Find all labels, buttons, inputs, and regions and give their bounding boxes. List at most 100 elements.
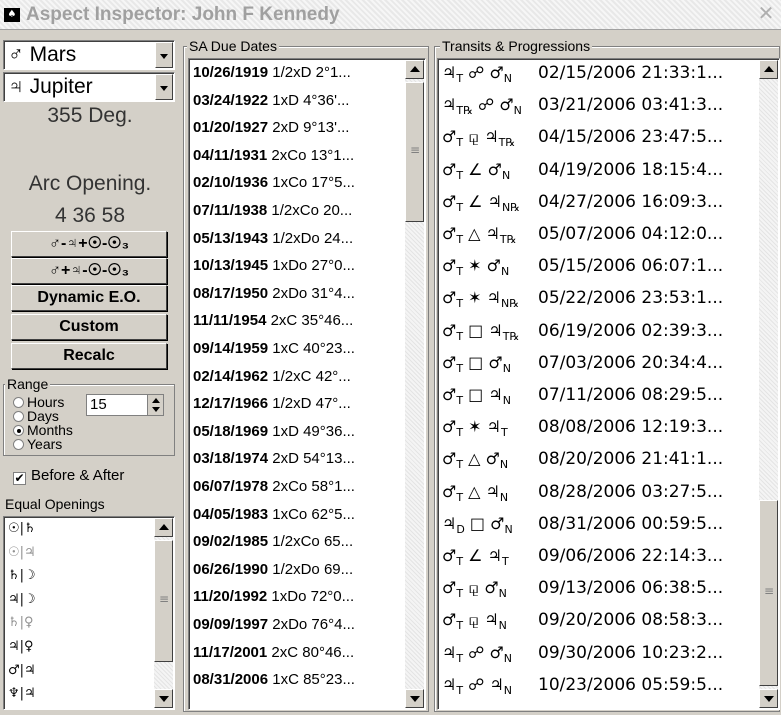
range-value-stepper[interactable]: 15 xyxy=(86,394,164,416)
planet2-select[interactable]: ♃ Jupiter xyxy=(3,72,175,102)
equal-opening-item[interactable]: ♃|☽ xyxy=(8,589,148,610)
before-after-checkbox[interactable]: ✔ Before & After xyxy=(13,467,124,485)
transit-datetime: 02/15/2006 21:33:1... xyxy=(538,63,724,83)
sa-row[interactable]: 04/11/1931 2xCo 13°1... xyxy=(193,144,403,167)
transit-row[interactable]: ♂T ✶ ♂N 05/15/2006 06:07:1... xyxy=(442,253,760,280)
sa-row[interactable]: 06/07/1978 2xCo 58°1... xyxy=(193,475,403,498)
radio-days[interactable]: Days xyxy=(13,409,59,423)
sa-row[interactable]: 11/11/1954 2xC 35°46... xyxy=(193,309,403,332)
sa-row-detail: 2xD 9°13'... xyxy=(268,119,350,137)
scroll-down-icon[interactable] xyxy=(405,689,424,708)
transit-aspect-symbols: ♃D □ ♂N xyxy=(442,513,513,536)
radio-icon xyxy=(13,411,24,422)
sa-row-date: 10/13/1945 xyxy=(193,257,269,275)
equal-openings-list[interactable]: ☉|♄ ☉|♃♄|☽ ♃|☽♄|♀ ♃|♀ ♂|♃♆|♃ xyxy=(3,516,175,710)
equal-opening-item[interactable]: ☉|♃ xyxy=(8,542,148,563)
radio-selected-icon xyxy=(13,425,24,436)
transit-row[interactable]: ♂T ⚼ ♂N 09/13/2006 06:38:5... xyxy=(442,575,760,602)
transit-datetime: 04/19/2006 18:15:4... xyxy=(538,159,724,180)
sa-row[interactable]: 03/24/1922 1xD 4°36'... xyxy=(193,89,403,112)
title-bar[interactable]: ♠ Aspect Inspector: John F Kennedy ✕ xyxy=(0,0,781,30)
sa-row[interactable]: 05/18/1969 1xD 49°36... xyxy=(193,420,403,443)
scroll-up-icon[interactable] xyxy=(759,60,778,79)
sa-row[interactable]: 09/14/1959 1xC 40°23... xyxy=(193,337,403,360)
sa-row[interactable]: 06/26/1990 1/2xDo 69... xyxy=(193,558,403,581)
scroll-thumb[interactable] xyxy=(154,540,173,662)
transit-row[interactable]: ♂T □ ♃T℞ 06/19/2006 02:39:3... xyxy=(442,318,760,345)
equal-opening-item[interactable]: ♄|♀ xyxy=(8,612,148,633)
transit-row[interactable]: ♂T ✶ ♃T 08/08/2006 12:19:3... xyxy=(442,414,760,441)
transit-row[interactable]: ♃T ☍ ♂N 09/30/2006 10:23:2... xyxy=(442,640,760,667)
equal-opening-item[interactable]: ☉|♄ xyxy=(8,518,148,539)
transit-row[interactable]: ♃T℞ ☍ ♂N 03/21/2006 03:41:3... xyxy=(442,92,760,119)
chevron-down-icon[interactable] xyxy=(155,74,173,100)
planet1-select[interactable]: ♂ Mars xyxy=(3,40,175,70)
transit-row[interactable]: ♂T □ ♃N 07/11/2006 08:29:5... xyxy=(442,382,760,409)
radio-hours[interactable]: Hours xyxy=(13,395,64,409)
sa-row[interactable]: 09/09/1997 2xDo 76°4... xyxy=(193,613,403,636)
scrollbar[interactable] xyxy=(759,60,778,708)
scroll-up-icon[interactable] xyxy=(405,60,424,79)
transit-row[interactable]: ♂T ∠ ♃N℞ 04/27/2006 16:09:3... xyxy=(442,189,760,216)
equal-opening-item[interactable]: ♃|♀ xyxy=(8,636,148,657)
scroll-down-icon[interactable] xyxy=(154,689,173,708)
formula1-button[interactable]: ♂-♃+☉-☉₃ xyxy=(11,231,167,257)
sa-due-dates-list[interactable]: 10/26/1919 1/2xD 2°1... 03/24/1922 1xD 4°… xyxy=(188,58,426,710)
scroll-up-icon[interactable] xyxy=(154,518,173,537)
transit-datetime: 09/13/2006 06:38:5... xyxy=(538,578,724,599)
sa-row-date: 11/11/1954 xyxy=(193,312,267,330)
transit-row[interactable]: ♂T ⚼ ♃N 09/20/2006 08:58:3... xyxy=(442,607,760,634)
sa-row-date: 02/10/1936 xyxy=(193,174,269,192)
equal-opening-item[interactable]: ♆|♃ xyxy=(8,683,148,704)
sa-row[interactable]: 07/11/1938 1/2xCo 20... xyxy=(193,199,403,222)
sa-row[interactable]: 10/26/1919 1/2xD 2°1... xyxy=(193,61,403,84)
sa-row[interactable]: 10/13/1945 1xDo 27°0... xyxy=(193,254,403,277)
scrollbar[interactable] xyxy=(154,518,173,708)
recalc-button[interactable]: Recalc xyxy=(11,343,167,369)
equal-opening-item[interactable]: ♄|☽ xyxy=(8,565,148,586)
transit-row[interactable]: ♂T ✶ ♃N℞ 05/22/2006 23:53:1... xyxy=(442,285,760,312)
sa-row[interactable]: 01/20/1927 2xD 9°13'... xyxy=(193,116,403,139)
chevron-down-icon[interactable] xyxy=(155,42,173,68)
sa-row[interactable]: 11/17/2001 2xC 80°46... xyxy=(193,641,403,664)
scroll-down-icon[interactable] xyxy=(759,689,778,708)
equal-opening-item[interactable]: ♂|♃ xyxy=(8,660,148,681)
degree-label: 355 Deg. xyxy=(47,104,133,127)
sa-row-detail: 1xC 40°23... xyxy=(268,340,355,357)
sa-row[interactable]: 08/17/1950 2xDo 31°4... xyxy=(193,282,403,305)
transit-row[interactable]: ♃T ☍ ♂N 02/15/2006 21:33:1... xyxy=(442,60,760,87)
transits-list[interactable]: ♃T ☍ ♂N 02/15/2006 21:33:1... ♃T℞ ☍ ♂N 03/2… xyxy=(437,58,780,710)
sa-row[interactable]: 02/14/1962 1/2xC 42°... xyxy=(193,365,403,388)
transit-row[interactable]: ♂T □ ♂N 07/03/2006 20:34:4... xyxy=(442,350,760,377)
transit-row[interactable]: ♂T ⚼ ♃T℞ 04/15/2006 23:47:5... xyxy=(442,124,760,151)
sa-row[interactable]: 02/10/1936 1xCo 17°5... xyxy=(193,171,403,194)
dynamic-eo-button[interactable]: Dynamic E.O. xyxy=(11,285,167,311)
transit-datetime: 05/22/2006 23:53:1... xyxy=(538,288,724,309)
sa-row[interactable]: 08/31/2006 1xC 85°23... xyxy=(193,668,403,691)
scroll-thumb[interactable] xyxy=(759,500,778,686)
sa-row[interactable]: 09/02/1985 1/2xCo 65... xyxy=(193,530,403,553)
close-icon[interactable]: ✕ xyxy=(755,2,777,24)
stepper-arrows-icon[interactable] xyxy=(147,395,163,415)
sa-row[interactable]: 05/13/1943 1/2xDo 24... xyxy=(193,227,403,250)
radio-months[interactable]: Months xyxy=(13,423,73,437)
formula2-button[interactable]: ♂+♃-☉-☉₃ xyxy=(11,258,167,284)
transit-row[interactable]: ♂T △ ♂N 08/20/2006 21:41:1... xyxy=(442,446,760,473)
sa-row[interactable]: 04/05/1983 1xCo 62°5... xyxy=(193,503,403,526)
scrollbar[interactable] xyxy=(405,60,424,708)
transit-row[interactable]: ♂T ∠ ♃T 09/06/2006 22:14:3... xyxy=(442,543,760,570)
sa-row-date: 08/31/2006 xyxy=(193,671,269,689)
transit-row[interactable]: ♃T ☍ ♃N 10/23/2006 05:59:5... xyxy=(442,672,760,699)
sa-row[interactable]: 12/17/1966 1/2xD 47°... xyxy=(193,392,403,415)
transit-row[interactable]: ♂T △ ♃T℞ 05/07/2006 04:12:0... xyxy=(442,221,760,248)
scroll-thumb[interactable] xyxy=(405,82,424,222)
sa-row-date: 06/26/1990 xyxy=(193,560,269,578)
sa-row[interactable]: 11/20/1992 1xDo 72°0... xyxy=(193,585,403,608)
transit-row[interactable]: ♂T ∠ ♂N 04/19/2006 18:15:4... xyxy=(442,157,760,184)
transit-aspect-symbols: ♂T △ ♃T℞ xyxy=(442,224,517,247)
custom-button[interactable]: Custom xyxy=(11,314,167,340)
sa-row[interactable]: 03/18/1974 2xD 54°13... xyxy=(193,447,403,470)
transit-row[interactable]: ♂T △ ♃N 08/28/2006 03:27:5... xyxy=(442,479,760,506)
radio-years[interactable]: Years xyxy=(13,437,62,451)
transit-row[interactable]: ♃D □ ♂N 08/31/2006 00:59:5... xyxy=(442,511,760,538)
